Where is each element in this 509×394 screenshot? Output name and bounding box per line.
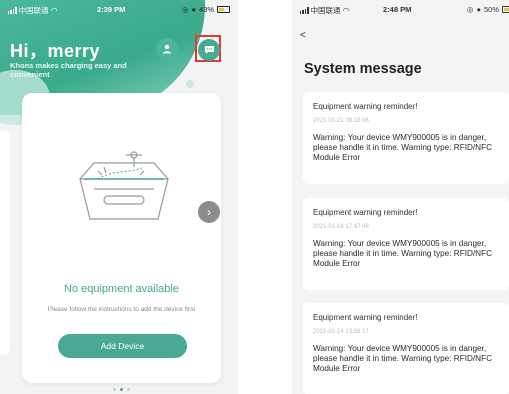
system-message-screen: 中国联通 ◠ 2:48 PM ◎ ● 50% < System message … bbox=[292, 0, 509, 394]
pager-dot bbox=[113, 388, 116, 391]
message-title: Equipment warning reminder! bbox=[313, 313, 418, 322]
empty-state-title: No equipment available bbox=[64, 283, 179, 295]
message-card[interactable]: Equipment warning reminder! 2021-01-21 0… bbox=[303, 92, 509, 184]
signal-icon bbox=[8, 7, 17, 14]
chat-bubble-icon bbox=[204, 45, 214, 54]
message-time: 2021-01-18 17:47:06 bbox=[313, 224, 369, 230]
previous-card-edge bbox=[0, 130, 10, 355]
status-bar: 中国联通 ◠ 2:48 PM ◎ ● 50% bbox=[292, 0, 509, 18]
battery-percent: 50% bbox=[483, 5, 499, 14]
message-time: 2021-01-21 08:18:06 bbox=[313, 118, 369, 124]
status-time: 2:39 PM bbox=[97, 5, 126, 14]
messages-button-highlight bbox=[195, 35, 221, 62]
empty-box-illustration bbox=[79, 151, 169, 220]
status-carrier-group: 中国联通 ◠ bbox=[300, 5, 350, 16]
wifi-icon: ◠ bbox=[342, 6, 350, 15]
location-icon: ◎ bbox=[466, 5, 474, 14]
home-screen: 中国联通 ◠ 2:39 PM ◎ ● 43% Hi，merry Khons ma… bbox=[0, 0, 238, 394]
status-bar: 中国联通 ◠ 2:39 PM ◎ ● 43% bbox=[0, 0, 238, 18]
battery-icon bbox=[217, 6, 230, 13]
location-icon: ◎ bbox=[181, 5, 189, 14]
message-body: Warning: Your device WMY900005 is in dan… bbox=[313, 133, 492, 162]
messages-button[interactable] bbox=[198, 38, 220, 61]
tagline: Khons makes charging easy and convenient bbox=[10, 61, 127, 79]
status-time: 2:48 PM bbox=[383, 5, 412, 14]
person-icon bbox=[163, 44, 171, 54]
message-time: 2021-01-14 13:56:17 bbox=[313, 329, 369, 335]
status-right-group: ◎ ● 50% bbox=[467, 5, 509, 14]
empty-state-instructions: Please follow the instructions to add th… bbox=[47, 306, 196, 313]
back-button[interactable]: < bbox=[300, 30, 306, 41]
message-card[interactable]: Equipment warning reminder! 2021-01-18 1… bbox=[303, 198, 509, 290]
greeting-title: Hi，merry bbox=[10, 41, 101, 61]
message-body: Warning: Your device WMY900005 is in dan… bbox=[313, 239, 492, 268]
battery-percent: 43% bbox=[198, 5, 214, 14]
card-pager bbox=[113, 388, 130, 391]
status-carrier-group: 中国联通 ◠ bbox=[8, 5, 58, 16]
message-card[interactable]: Equipment warning reminder! 2021-01-14 1… bbox=[303, 303, 509, 394]
signal-icon bbox=[300, 7, 309, 14]
status-right-group: ◎ ● 43% bbox=[182, 5, 230, 14]
alarm-icon: ● bbox=[476, 5, 481, 14]
decoration-dot bbox=[186, 80, 194, 88]
alarm-icon: ● bbox=[191, 5, 196, 14]
add-device-button[interactable]: Add Device bbox=[58, 334, 187, 358]
page-title: System message bbox=[304, 61, 422, 77]
next-card-button[interactable]: › bbox=[198, 201, 220, 223]
carrier-label: 中国联通 bbox=[18, 6, 49, 15]
pager-dot bbox=[127, 388, 130, 391]
message-body: Warning: Your device WMY900005 is in dan… bbox=[313, 344, 492, 373]
chevron-right-icon: › bbox=[207, 205, 211, 219]
pager-dot-active bbox=[120, 388, 123, 391]
message-title: Equipment warning reminder! bbox=[313, 208, 418, 217]
battery-icon bbox=[502, 6, 509, 13]
wifi-icon: ◠ bbox=[50, 6, 58, 15]
carrier-label: 中国联通 bbox=[310, 6, 341, 15]
message-title: Equipment warning reminder! bbox=[313, 102, 418, 111]
profile-button[interactable] bbox=[156, 38, 178, 60]
